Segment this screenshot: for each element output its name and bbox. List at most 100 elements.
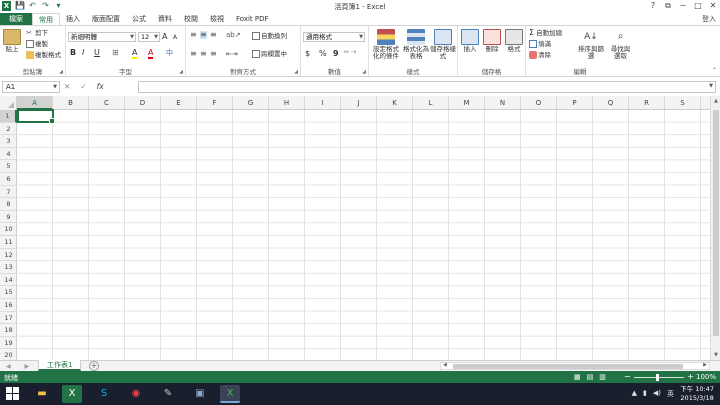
alignment-launcher-icon[interactable]: ◢	[294, 69, 298, 75]
windows-start-icon[interactable]	[6, 387, 20, 401]
orientation-icon[interactable]: ab↗	[226, 31, 241, 39]
zoom-in-icon[interactable]: +	[687, 372, 694, 382]
format-cells-button[interactable]: 格式	[504, 29, 524, 53]
cell-styles-button[interactable]: 儲存格樣式	[430, 29, 456, 60]
font-launcher-icon[interactable]: ◢	[179, 69, 183, 75]
find-select-button[interactable]: ⌕ 尋找與選取	[608, 29, 633, 60]
row-header-16[interactable]: 16	[0, 299, 17, 312]
align-left-icon[interactable]: ≡	[190, 50, 197, 58]
row-header-18[interactable]: 18	[0, 324, 17, 337]
column-header-b[interactable]: B	[53, 96, 89, 110]
row-header-8[interactable]: 8	[0, 198, 17, 211]
column-header-q[interactable]: Q	[593, 96, 629, 110]
autosum-button[interactable]: Σ 自動加總	[529, 29, 562, 38]
comma-button[interactable]: 9	[333, 50, 339, 58]
row-header-9[interactable]: 9	[0, 211, 17, 224]
zoom-slider[interactable]: − +	[624, 372, 694, 382]
hscroll-thumb[interactable]	[453, 364, 683, 369]
confirm-entry-icon[interactable]: ✓	[80, 81, 86, 93]
tab-view[interactable]: 檢視	[204, 13, 230, 25]
zoom-level[interactable]: 100%	[696, 373, 716, 381]
paste-button[interactable]: 貼上	[2, 29, 22, 53]
sign-in-link[interactable]: 登入	[702, 14, 716, 24]
column-header-m[interactable]: M	[449, 96, 485, 110]
collapse-ribbon-icon[interactable]: ⌃	[712, 67, 717, 74]
insert-cells-button[interactable]: 插入	[460, 29, 480, 53]
minimize-icon[interactable]: ─	[678, 1, 688, 11]
close-icon[interactable]: ✕	[708, 1, 718, 11]
row-header-13[interactable]: 13	[0, 261, 17, 274]
column-header-n[interactable]: N	[485, 96, 521, 110]
fill-color-button[interactable]: A	[132, 49, 138, 59]
copy-button[interactable]: 複製	[26, 40, 48, 48]
align-center-icon[interactable]: ≡	[200, 50, 207, 58]
taskbar-clock[interactable]: 下午 10:47 2015/3/18	[680, 385, 714, 403]
excel-icon[interactable]: X	[62, 385, 82, 403]
tab-data[interactable]: 資料	[152, 13, 178, 25]
normal-view-icon[interactable]: ▦	[574, 373, 581, 381]
page-layout-view-icon[interactable]: ▤	[587, 373, 594, 381]
skype-icon[interactable]: S	[94, 385, 114, 403]
bold-button[interactable]: B	[70, 49, 76, 57]
tab-file[interactable]: 檔案	[0, 13, 32, 25]
explorer-icon[interactable]: ▣	[190, 385, 210, 403]
chrome-icon[interactable]: ◉	[126, 385, 146, 403]
sheet-tab-sheet1[interactable]: 工作表1	[38, 360, 82, 371]
align-top-icon[interactable]: ≡	[190, 31, 197, 39]
sort-filter-button[interactable]: A↓ 排序與篩選	[576, 29, 606, 60]
column-header-p[interactable]: P	[557, 96, 593, 110]
select-all-button[interactable]	[0, 96, 17, 110]
row-header-3[interactable]: 3	[0, 135, 17, 148]
percent-button[interactable]: %	[319, 50, 327, 58]
row-header-11[interactable]: 11	[0, 236, 17, 249]
tab-insert[interactable]: 插入	[60, 13, 86, 25]
ribbon-display-icon[interactable]: ⧉	[663, 1, 673, 11]
row-header-6[interactable]: 6	[0, 173, 17, 186]
column-header-i[interactable]: I	[305, 96, 341, 110]
decimal-buttons[interactable]: ⁺⁰ ⁻⁰	[343, 50, 356, 58]
currency-button[interactable]: $	[305, 50, 310, 58]
column-header-s[interactable]: S	[665, 96, 701, 110]
excel-active-icon[interactable]: X	[220, 385, 240, 403]
tab-review[interactable]: 校閱	[178, 13, 204, 25]
scroll-up-icon[interactable]: ▲	[711, 96, 720, 106]
column-header-k[interactable]: K	[377, 96, 413, 110]
align-middle-icon[interactable]: ≡	[200, 31, 207, 39]
grow-font-button[interactable]: A	[162, 33, 167, 41]
border-button[interactable]: ⊞	[112, 49, 119, 57]
insert-function-icon[interactable]: fx	[97, 81, 104, 93]
fill-button[interactable]: 填滿	[529, 40, 551, 48]
row-header-7[interactable]: 7	[0, 186, 17, 199]
row-header-15[interactable]: 15	[0, 286, 17, 299]
formula-input[interactable]: ▼	[138, 81, 716, 93]
cancel-entry-icon[interactable]: ✕	[64, 81, 70, 93]
row-header-1[interactable]: 1	[0, 110, 17, 123]
name-box[interactable]: A1 ▼	[2, 81, 60, 93]
row-header-12[interactable]: 12	[0, 249, 17, 262]
delete-cells-button[interactable]: 刪除	[482, 29, 502, 53]
number-launcher-icon[interactable]: ◢	[362, 69, 366, 75]
tab-formulas[interactable]: 公式	[126, 13, 152, 25]
scroll-thumb[interactable]	[713, 110, 719, 336]
row-header-20[interactable]: 20	[0, 349, 17, 360]
ime-indicator[interactable]: 英	[667, 389, 674, 399]
row-header-14[interactable]: 14	[0, 274, 17, 287]
column-header-f[interactable]: F	[197, 96, 233, 110]
number-format-combo[interactable]: 通用格式 ▼	[303, 32, 365, 42]
row-header-10[interactable]: 10	[0, 223, 17, 236]
row-header-19[interactable]: 19	[0, 337, 17, 350]
folder-icon[interactable]: ▬	[32, 385, 52, 403]
underline-button[interactable]: U	[94, 49, 100, 57]
row-header-17[interactable]: 17	[0, 312, 17, 325]
network-icon[interactable]: ▮	[643, 389, 647, 399]
help-icon[interactable]: ?	[648, 1, 658, 11]
tab-foxit-pdf[interactable]: Foxit PDF	[230, 13, 275, 25]
column-header-l[interactable]: L	[413, 96, 449, 110]
tool-icon[interactable]: ✎	[158, 385, 178, 403]
column-header-c[interactable]: C	[89, 96, 125, 110]
column-header-d[interactable]: D	[125, 96, 161, 110]
scroll-right-icon[interactable]: ▶	[703, 362, 707, 368]
shrink-font-button[interactable]: A	[173, 34, 177, 42]
align-bottom-icon[interactable]: ≡	[210, 31, 217, 39]
indent-icon[interactable]: ⇤⇥	[226, 50, 238, 58]
